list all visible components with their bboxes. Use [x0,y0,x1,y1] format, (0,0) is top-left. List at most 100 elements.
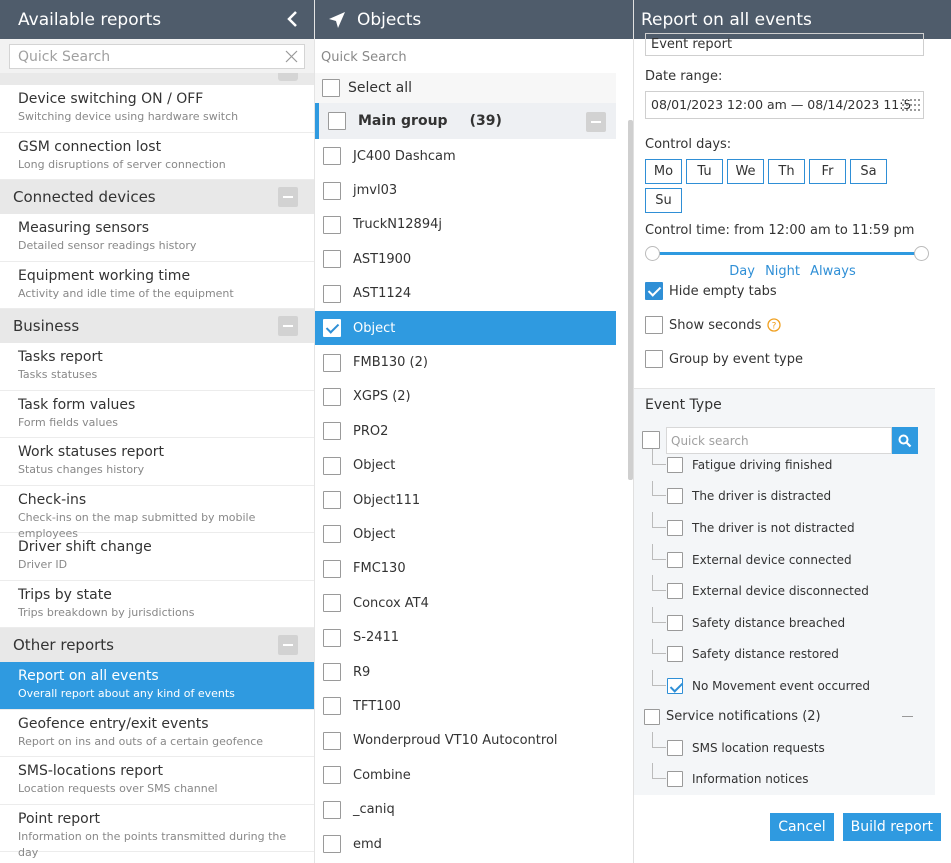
collapse-main-group-icon[interactable] [586,112,606,132]
event-type-item[interactable]: The driver is distracted [634,480,935,513]
cancel-button[interactable]: Cancel [770,813,834,841]
collapse-group-icon[interactable] [278,635,298,655]
object-checkbox[interactable] [323,594,341,613]
object-checkbox[interactable] [323,835,341,853]
report-name-input[interactable]: Event report [645,33,924,56]
object-checkbox[interactable] [323,215,341,234]
day-toggle-su[interactable]: Su [645,188,682,213]
object-row[interactable]: AST1900 [315,242,616,276]
report-item[interactable]: Measuring sensors Detailed sensor reading… [0,214,314,262]
day-toggle-sa[interactable]: Sa [850,159,887,184]
report-item[interactable]: Device switching ON / OFF Switching devic… [0,85,314,133]
event-type-item[interactable]: Fatigue driving finished [634,449,935,481]
event-type-item[interactable]: No Movement event occurred [634,670,935,702]
select-all-row[interactable]: Select all [315,73,616,103]
slider-start-handle[interactable] [645,246,660,261]
service-item[interactable]: Information notices [634,763,935,795]
object-row[interactable]: Object111 [315,483,616,517]
report-item[interactable]: Geofence entry/exit events Report on ins … [0,710,314,757]
time-preset-always[interactable]: Always [810,264,856,279]
calendar-icon[interactable] [902,99,920,111]
event-type-item[interactable]: Safety distance breached [634,606,935,639]
slider-end-handle[interactable] [914,246,929,261]
reports-search-input[interactable]: Quick Search [9,44,305,69]
build-report-button[interactable]: Build report [842,813,941,841]
main-group-row[interactable]: Main group (39) [315,103,616,139]
group-by-event-option[interactable]: Group by event type [645,342,940,376]
service-notifications-group[interactable]: Service notifications (2) [634,702,935,732]
event-type-checkbox[interactable] [667,677,683,694]
hide-empty-tabs-checkbox[interactable] [645,282,663,300]
event-type-checkbox[interactable] [667,488,683,505]
report-item[interactable]: Report on all events Overall report about… [0,662,314,710]
clear-search-icon[interactable] [285,50,298,63]
report-item[interactable]: Check-ins Check-ins on the map submitted … [0,486,314,540]
report-item[interactable]: Trips by state Trips breakdown by jurisdi… [0,581,314,628]
object-row[interactable]: emd [315,827,616,861]
object-row[interactable]: Combine [315,758,616,792]
report-item[interactable]: Equipment working time Activity and idle … [0,262,314,309]
report-item[interactable]: Work statuses report Status changes histo… [0,438,314,486]
object-checkbox[interactable] [323,663,341,682]
hide-empty-tabs-option[interactable]: Hide empty tabs [645,274,940,308]
day-toggle-we[interactable]: We [727,159,764,184]
object-row[interactable]: Concox AT4 [315,586,616,620]
event-type-checkbox[interactable] [667,583,683,600]
object-checkbox[interactable] [323,181,341,200]
object-row[interactable]: S-2411 [315,620,616,654]
object-checkbox[interactable] [323,422,341,441]
event-type-checkbox[interactable] [667,646,683,663]
report-item[interactable]: SMS-locations report Location requests ov… [0,757,314,805]
object-row[interactable]: jmvl03 [315,173,616,207]
object-row[interactable]: JC400 Dashcam [315,139,616,173]
report-item[interactable]: Task form values Form fields values [0,391,314,438]
object-row[interactable]: Object [315,310,616,346]
day-toggle-tu[interactable]: Tu [686,159,723,184]
collapse-group-icon[interactable] [278,73,298,81]
objects-search-input[interactable]: Quick Search [315,39,633,73]
show-seconds-option[interactable]: Show seconds ? [645,308,940,342]
day-toggle-mo[interactable]: Mo [645,159,682,184]
event-select-all-checkbox[interactable] [642,431,660,449]
service-item-checkbox[interactable] [667,739,683,756]
object-row[interactable]: _caniq [315,792,616,826]
object-checkbox[interactable] [323,525,341,544]
object-checkbox[interactable] [323,353,341,372]
service-notifications-checkbox[interactable] [644,708,660,725]
object-row[interactable]: TruckN12894j [315,208,616,242]
select-all-checkbox[interactable] [322,79,340,97]
help-icon[interactable]: ? [767,318,782,332]
main-group-checkbox[interactable] [328,112,346,130]
date-range-input[interactable]: 08/01/2023 12:00 am — 08/14/2023 11:5 [645,91,924,119]
object-checkbox[interactable] [323,387,341,406]
event-type-checkbox[interactable] [667,614,683,631]
day-toggle-fr[interactable]: Fr [809,159,846,184]
event-type-item[interactable]: The driver is not distracted [634,512,935,544]
object-checkbox[interactable] [323,559,341,578]
object-checkbox[interactable] [323,766,341,785]
event-type-checkbox[interactable] [667,551,683,568]
time-preset-night[interactable]: Night [765,264,800,279]
object-row[interactable]: Object [315,517,616,551]
report-item[interactable]: Point report Information on the points tr… [0,805,314,859]
collapse-group-icon[interactable] [278,187,298,207]
collapse-service-icon[interactable] [902,715,913,717]
object-checkbox[interactable] [323,456,341,475]
object-checkbox[interactable] [323,731,341,750]
object-checkbox[interactable] [323,319,341,338]
service-item[interactable]: SMS location requests [634,731,935,764]
service-item-checkbox[interactable] [667,771,683,788]
object-row[interactable]: FMB130 (2) [315,345,616,379]
report-group-header[interactable]: Connected devices [0,180,314,214]
show-seconds-checkbox[interactable] [645,316,663,334]
event-type-item[interactable]: Safety distance restored [634,638,935,671]
time-preset-day[interactable]: Day [729,264,755,279]
day-toggle-th[interactable]: Th [768,159,805,184]
event-type-item[interactable]: External device disconnected [634,575,935,607]
group-by-event-checkbox[interactable] [645,350,663,368]
collapse-chevron-icon[interactable] [286,10,300,28]
object-row[interactable]: R9 [315,655,616,689]
report-item[interactable]: GSM connection lost Long disruptions of s… [0,133,314,180]
report-group-header[interactable]: Business [0,309,314,343]
object-row[interactable]: PRO2 [315,414,616,448]
